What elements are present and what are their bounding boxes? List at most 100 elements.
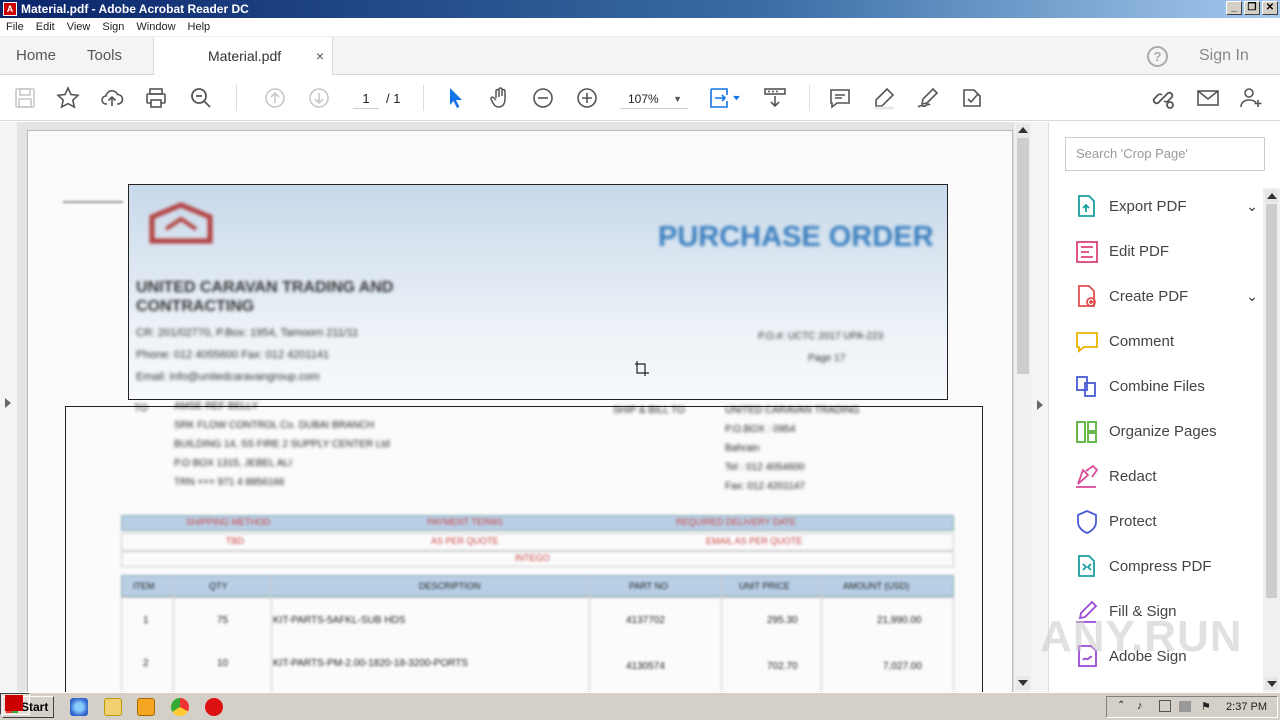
document-viewport[interactable]: PURCHASE ORDER UNITED CARAVAN TRADING AN… xyxy=(17,122,1013,692)
compress-pdf-icon xyxy=(1074,554,1100,580)
menu-sign[interactable]: Sign xyxy=(96,21,130,33)
flag-tray-icon[interactable]: ⚑ xyxy=(1201,700,1211,713)
save-icon[interactable] xyxy=(13,86,39,110)
tool-redact[interactable]: Redact xyxy=(1050,454,1262,499)
tool-create-pdf[interactable]: Create PDF ⌄ xyxy=(1050,274,1262,319)
scroll-up-button[interactable] xyxy=(1016,124,1030,138)
po-reference: P.O.#: UCTC 2017 UPA-223 xyxy=(758,331,884,342)
tool-label: Combine Files xyxy=(1109,378,1205,395)
print-icon[interactable] xyxy=(144,86,170,110)
left-panel-toggle[interactable] xyxy=(0,122,17,692)
tool-comment[interactable]: Comment xyxy=(1050,319,1262,364)
minimize-button[interactable]: _ xyxy=(1226,1,1242,15)
vendor-line: BUILDING 14, SS FIRE 2 SUPPLY CENTER Ltd xyxy=(174,439,390,450)
select-cursor-icon[interactable] xyxy=(444,86,470,110)
tools-search-input[interactable]: Search 'Crop Page' xyxy=(1065,137,1265,171)
sign-pen-icon[interactable] xyxy=(916,86,942,110)
to-label: TO xyxy=(134,403,148,414)
sign-in-button[interactable]: Sign In xyxy=(1199,37,1249,75)
tool-compress-pdf[interactable]: Compress PDF xyxy=(1050,544,1262,589)
toolbar-divider xyxy=(236,85,237,111)
hand-tool-icon[interactable] xyxy=(488,86,514,110)
previous-page-icon[interactable] xyxy=(263,86,289,110)
chevron-down-icon[interactable]: ⌄ xyxy=(1246,198,1258,215)
help-icon[interactable]: ? xyxy=(1147,46,1168,67)
tools-pane-scrollbar[interactable] xyxy=(1263,188,1280,692)
tool-label: Comment xyxy=(1109,333,1175,350)
document-scrollbar[interactable] xyxy=(1013,122,1031,692)
fit-page-icon[interactable] xyxy=(708,86,744,110)
menu-bar: File Edit View Sign Window Help xyxy=(0,18,1280,37)
tool-organize-pages[interactable]: Organize Pages xyxy=(1050,409,1262,454)
window-title-bar: A Material.pdf - Adobe Acrobat Reader DC… xyxy=(0,0,1280,18)
scroll-up-button[interactable] xyxy=(1265,190,1278,203)
stamp-tools-icon[interactable] xyxy=(960,86,986,110)
expand-left-panel-icon[interactable] xyxy=(5,398,11,408)
table-cell: 75 xyxy=(217,615,229,626)
email-envelope-icon[interactable] xyxy=(1196,86,1222,110)
tab-tools[interactable]: Tools xyxy=(87,37,122,75)
menu-edit[interactable]: Edit xyxy=(30,21,61,33)
share-link-icon[interactable] xyxy=(1151,86,1177,110)
internet-explorer-icon[interactable] xyxy=(70,698,88,716)
network-icon[interactable] xyxy=(1159,700,1171,712)
add-user-icon[interactable] xyxy=(1239,86,1265,110)
tool-protect[interactable]: Protect xyxy=(1050,499,1262,544)
right-panel-toggle[interactable] xyxy=(1031,122,1049,692)
page-number-input[interactable]: 1 xyxy=(353,89,379,109)
restore-button[interactable]: ❐ xyxy=(1244,1,1260,15)
menu-view[interactable]: View xyxy=(61,21,97,33)
bookmark-star-icon[interactable] xyxy=(56,86,82,110)
zoom-search-icon[interactable] xyxy=(189,86,215,110)
opera-icon[interactable] xyxy=(205,698,223,716)
tab-home[interactable]: Home xyxy=(16,37,56,75)
tool-label: Compress PDF xyxy=(1109,558,1212,575)
zoom-level-dropdown[interactable]: 107% ▼ xyxy=(620,89,688,109)
comment-icon[interactable] xyxy=(828,86,854,110)
menu-help[interactable]: Help xyxy=(182,21,217,33)
folder-icon[interactable] xyxy=(104,698,122,716)
tool-edit-pdf[interactable]: Edit PDF xyxy=(1050,229,1262,274)
chevron-down-icon[interactable]: ⌄ xyxy=(1246,288,1258,305)
organize-pages-icon xyxy=(1074,419,1100,445)
toolbar: 1 / 1 107% ▼ xyxy=(0,75,1280,121)
highlight-pen-icon[interactable] xyxy=(872,86,898,110)
vendor-line: AMSE REF BELLY xyxy=(174,401,259,412)
menu-file[interactable]: File xyxy=(0,21,30,33)
company-phone-line: Phone: 012 4055600 Fax: 012 4201141 xyxy=(136,349,330,361)
printer-tray-icon[interactable] xyxy=(1179,701,1191,712)
next-page-icon[interactable] xyxy=(307,86,333,110)
edit-pdf-icon xyxy=(1074,239,1100,265)
volume-icon[interactable]: ♪ xyxy=(1137,700,1143,712)
redact-icon xyxy=(1074,464,1100,490)
zoom-out-icon[interactable] xyxy=(531,86,557,110)
scroll-down-button[interactable] xyxy=(1265,677,1278,690)
collapse-right-panel-icon[interactable] xyxy=(1037,400,1043,410)
company-address-line: CR: 201/02770, P.Box: 1954, Tamoorn 211/… xyxy=(136,327,359,339)
terms-value: TBD xyxy=(226,536,244,546)
scrollbar-thumb[interactable] xyxy=(1266,204,1277,598)
tray-expand-icon[interactable]: ⌃ xyxy=(1117,700,1125,711)
scroll-mode-icon[interactable] xyxy=(763,86,789,110)
zoom-level-value: 107% xyxy=(628,92,659,106)
tab-document-label: Material.pdf xyxy=(208,48,282,64)
menu-window[interactable]: Window xyxy=(130,21,181,33)
comment-icon xyxy=(1074,329,1100,355)
upload-cloud-icon[interactable] xyxy=(100,86,126,110)
pdf-page: PURCHASE ORDER UNITED CARAVAN TRADING AN… xyxy=(27,130,1013,692)
scrollbar-thumb[interactable] xyxy=(1017,138,1029,374)
zoom-in-icon[interactable] xyxy=(575,86,601,110)
shipto-line: UNITED CARAVAN TRADING xyxy=(725,405,860,416)
create-pdf-icon xyxy=(1074,284,1100,310)
media-player-icon[interactable] xyxy=(137,698,155,716)
tab-document[interactable]: Material.pdf × xyxy=(153,37,333,76)
tool-combine-files[interactable]: Combine Files xyxy=(1050,364,1262,409)
tool-label: Organize Pages xyxy=(1109,423,1217,440)
close-window-button[interactable]: ✕ xyxy=(1262,1,1278,15)
tool-export-pdf[interactable]: Export PDF ⌄ xyxy=(1050,184,1262,229)
chrome-icon[interactable] xyxy=(171,698,189,716)
close-tab-icon[interactable]: × xyxy=(316,37,324,75)
table-cell: 21,990.00 xyxy=(877,615,922,626)
scroll-down-button[interactable] xyxy=(1016,676,1030,690)
tool-label: Edit PDF xyxy=(1109,243,1170,260)
